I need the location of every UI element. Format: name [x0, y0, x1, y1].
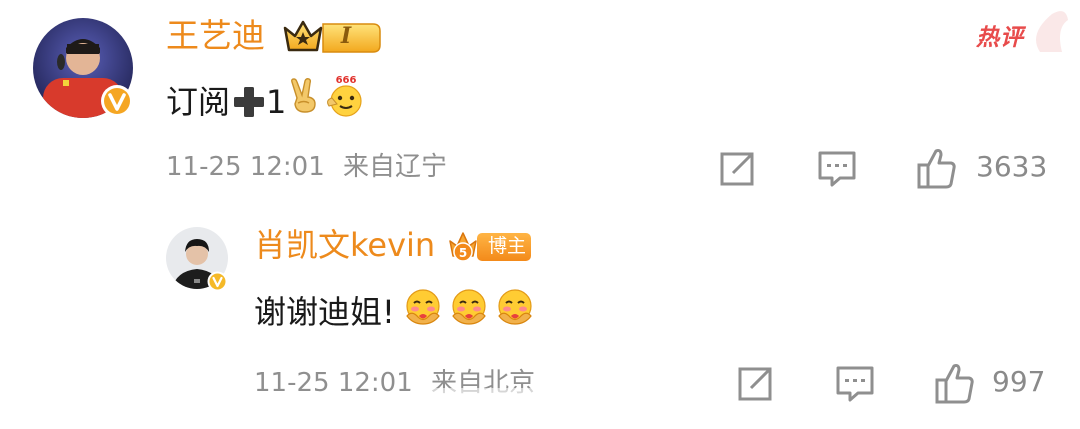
hug-emoji: [403, 286, 443, 337]
svg-text:666: 666: [336, 75, 357, 86]
verified-icon: [207, 271, 228, 292]
svg-text:5: 5: [459, 246, 467, 260]
reply-text-body: 谢谢迪姐!: [254, 292, 395, 331]
share-icon[interactable]: [716, 148, 758, 190]
level-badge-text: I: [340, 23, 352, 49]
666-emoji: 666: [324, 74, 368, 129]
like-icon[interactable]: [934, 361, 976, 404]
watermark-overlay: [410, 388, 680, 424]
comment-location: 来自辽宁: [343, 152, 448, 182]
comment-meta: 11-25 12:01 来自辽宁: [166, 151, 447, 183]
comment-icon[interactable]: [816, 148, 858, 190]
comment-icon[interactable]: [834, 363, 876, 405]
crown-icon: [281, 18, 382, 54]
share-icon[interactable]: [734, 363, 776, 405]
hot-comment-tag: 热评: [976, 25, 1024, 51]
blogger-badge-label: 博主: [487, 235, 526, 257]
hot-tag-decoration: [1026, 8, 1070, 54]
plus-icon: [232, 85, 266, 119]
commenter-name[interactable]: 王艺迪: [166, 16, 265, 56]
verified-icon: [100, 84, 134, 118]
victory-emoji: [288, 78, 320, 125]
comment-time: 11-25 12:01: [166, 152, 325, 182]
hug-emoji: [495, 286, 535, 337]
like-icon[interactable]: [916, 146, 958, 189]
reply-time: 11-25 12:01: [254, 368, 413, 398]
replier-name[interactable]: 肖凯文kevin: [254, 225, 435, 265]
comment-text-prefix: 订阅: [166, 82, 231, 121]
comment-text-suffix: 1: [266, 82, 287, 121]
reply-like-count: 997: [992, 365, 1046, 398]
reply-text: 谢谢迪姐!: [254, 286, 535, 337]
comment-text: 订阅 1 666: [166, 74, 368, 129]
hug-emoji: [449, 286, 489, 337]
comment-like-count: 3633: [976, 150, 1048, 183]
